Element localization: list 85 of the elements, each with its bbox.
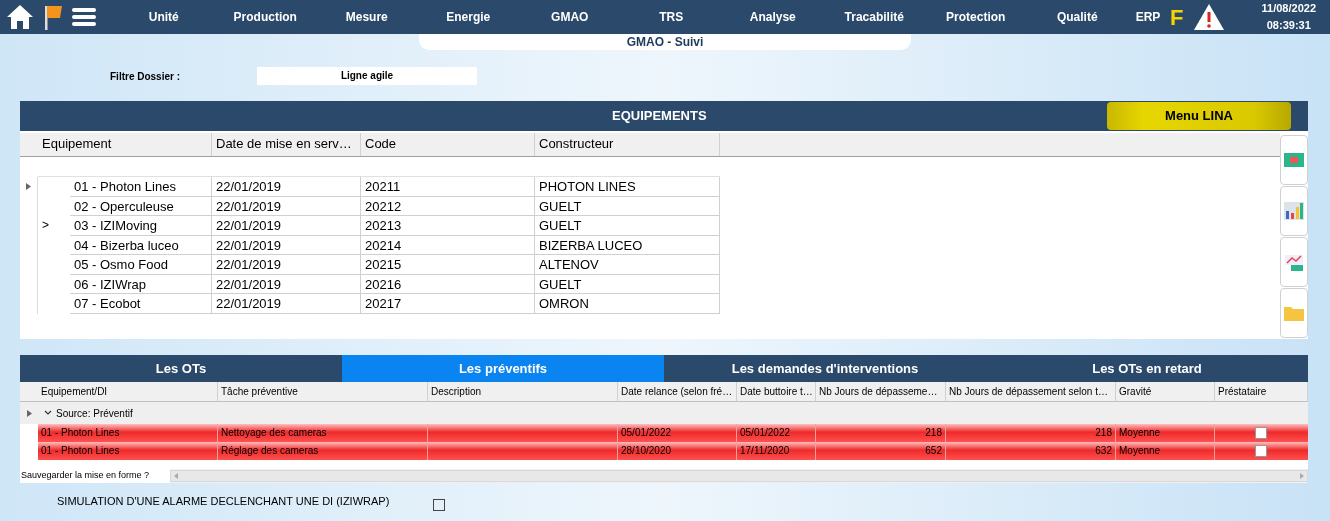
side-tool-button[interactable]	[1280, 237, 1308, 287]
circuit-board-icon	[1283, 150, 1305, 170]
column-header[interactable]: Gravité	[1116, 382, 1215, 401]
table-cell: 20211	[361, 177, 535, 197]
table-cell: 17/11/2020	[737, 442, 816, 460]
simulation-label: SIMULATION D'UNE ALARME DECLENCHANT UNE DI (IZIWRAP)	[57, 493, 391, 509]
tab[interactable]: Les OTs	[20, 355, 342, 382]
nav-link[interactable]: Mesure	[316, 8, 418, 26]
column-header[interactable]: Nb Jours de dépassement selon t…	[946, 382, 1116, 401]
chevron-icon[interactable]	[44, 409, 52, 417]
table-cell: 22/01/2019	[212, 294, 361, 314]
checkbox[interactable]	[433, 499, 445, 511]
nav-link[interactable]: Unité	[113, 8, 215, 26]
column-header[interactable]: Constructeur	[535, 133, 720, 156]
table-cell: ALTENOV	[535, 255, 720, 275]
column-header[interactable]: Date buttoire t…	[737, 382, 816, 401]
group-label: Source: Préventif	[56, 406, 133, 421]
save-layout-label: Sauvegarder la mise en forme ?	[20, 469, 170, 483]
column-header[interactable]: Code	[361, 133, 535, 156]
column-header[interactable]: Préstataire	[1215, 382, 1308, 401]
table-cell: 22/01/2019	[212, 255, 361, 275]
nav-link[interactable]: Energie	[417, 8, 519, 26]
flag-letter: F	[1170, 3, 1184, 32]
horizontal-scrollbar[interactable]	[170, 470, 1308, 482]
overdue-row[interactable]: 01 - Photon Lines Nettoyage des cameras 05/01/2022 05/01/2022 218 218 Moyenne	[38, 424, 1308, 442]
panel-title: EQUIPEMENTS	[612, 107, 707, 126]
table-cell: OMRON	[535, 294, 720, 314]
table-cell: 652	[816, 442, 946, 460]
home-icon[interactable]	[6, 3, 34, 31]
table-cell: GUELT	[535, 216, 720, 236]
scroll-right-icon[interactable]	[1300, 473, 1304, 479]
tab[interactable]: Les préventifs	[342, 355, 664, 382]
time-text: 08:39:31	[1266, 18, 1311, 33]
table-cell: 22/01/2019	[212, 177, 361, 197]
column-header[interactable]: Date relance (selon fré…	[618, 382, 737, 401]
side-tool-button[interactable]	[1280, 186, 1308, 236]
column-header[interactable]: Nb Jours de dépasseme…	[816, 382, 946, 401]
chart-board-icon	[1283, 252, 1305, 272]
current-row-icon	[26, 183, 31, 191]
nav-link[interactable]: Tracabilité	[823, 8, 925, 26]
bar-chart-icon	[1283, 201, 1305, 221]
filter-field[interactable]: Ligne agile	[257, 67, 477, 85]
table-cell: 05 - Osmo Food	[70, 255, 212, 275]
table-cell: 28/10/2020	[618, 442, 737, 460]
column-header[interactable]: Tâche préventive	[218, 382, 428, 401]
table-cell: Réglage des cameras	[218, 442, 428, 460]
side-tool-button[interactable]	[1280, 135, 1308, 185]
side-tool-button[interactable]	[1280, 288, 1308, 338]
nav-link[interactable]: TRS	[620, 8, 722, 26]
table-cell: 20215	[361, 255, 535, 275]
checkbox[interactable]	[1255, 445, 1267, 457]
column-header[interactable]: Description	[428, 382, 618, 401]
column-header[interactable]: Equipement/DI	[38, 382, 218, 401]
nav-link[interactable]: GMAO	[519, 8, 621, 26]
nav-link[interactable]: Qualité	[1026, 8, 1128, 26]
column-header[interactable]: Date de mise en serv…	[212, 133, 361, 156]
expand-marker[interactable]: >	[42, 218, 49, 232]
group-row[interactable]: Source: Préventif	[20, 402, 1308, 424]
warning-icon[interactable]	[1193, 3, 1226, 31]
overdue-row[interactable]: 01 - Photon Lines Réglage des cameras 28/10/2020 17/11/2020 652 632 Moyenne	[38, 442, 1308, 460]
table-cell: 01 - Photon Lines	[70, 177, 212, 197]
page-title: GMAO - Suivi	[419, 34, 911, 50]
table-cell: 03 - IZIMoving	[70, 216, 212, 236]
table-cell: 01 - Photon Lines	[38, 442, 218, 460]
nav-link[interactable]: Production	[214, 8, 316, 26]
nav-link[interactable]: Analyse	[722, 8, 824, 26]
filter-label: Filtre Dossier :	[109, 69, 182, 84]
nav-link[interactable]: Protection	[925, 8, 1027, 26]
table-cell: 632	[946, 442, 1116, 460]
table-cell: Moyenne	[1116, 442, 1215, 460]
column-header[interactable]: Equipement	[38, 133, 212, 156]
table-cell: 22/01/2019	[212, 216, 361, 236]
tab[interactable]: Les OTs en retard	[986, 355, 1308, 382]
date-text: 11/08/2022	[1261, 1, 1316, 16]
checkbox[interactable]	[1255, 427, 1267, 439]
table-cell: 07 - Ecobot	[70, 294, 212, 314]
nav-link[interactable]: ERP	[1128, 8, 1168, 26]
scroll-left-icon[interactable]	[174, 473, 178, 479]
table-cell: 20217	[361, 294, 535, 314]
flag-icon[interactable]	[42, 3, 64, 31]
menu-icon[interactable]	[72, 7, 96, 27]
menu-lina-button[interactable]: Menu LINA	[1107, 102, 1291, 130]
tab[interactable]: Les demandes d'interventions	[664, 355, 986, 382]
table-cell: 20213	[361, 216, 535, 236]
table-cell: PHOTON LINES	[535, 177, 720, 197]
